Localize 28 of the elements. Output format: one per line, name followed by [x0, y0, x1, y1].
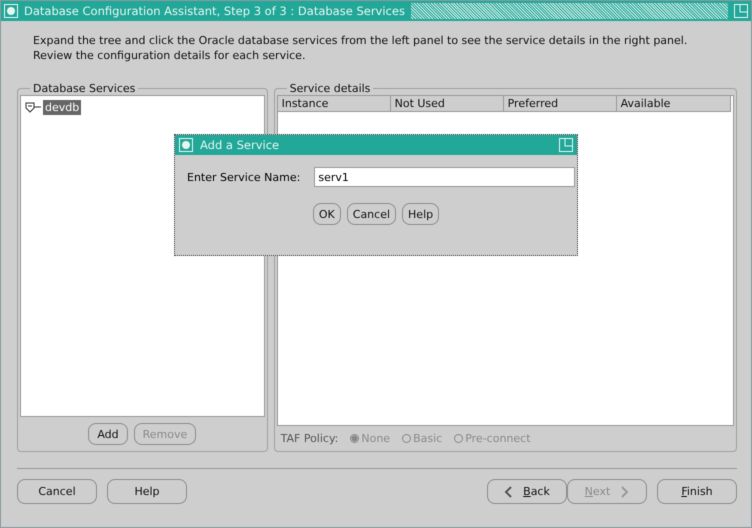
- left-chevron-icon: [504, 486, 514, 498]
- window-menu-icon[interactable]: [179, 138, 193, 152]
- dialog-button[interactable]: OK: [312, 203, 341, 225]
- group-title: Service details: [288, 82, 372, 95]
- instructions-text: Expand the tree and click the Oracle database services from the left panel to see the service details in the right panel. Review the configuration details for each service.: [32, 33, 688, 64]
- maximize-icon[interactable]: [734, 4, 748, 18]
- footer-button[interactable]: Help: [107, 479, 187, 504]
- maximize-icon[interactable]: [559, 138, 573, 152]
- service-name-field[interactable]: serv1: [314, 167, 575, 187]
- dialog-title: Add a Service: [200, 138, 280, 152]
- column-header[interactable]: Preferred: [504, 96, 617, 111]
- footer-button[interactable]: Cancel: [17, 479, 97, 504]
- group-title: Database Services: [32, 82, 136, 95]
- taf-policy-label: TAF Policy:: [280, 432, 338, 445]
- window-title: Database Configuration Assistant, Step 3 of 3 : Database Services: [24, 4, 405, 18]
- panel-button[interactable]: Add: [88, 423, 128, 445]
- window-menu-icon[interactable]: [4, 4, 18, 18]
- column-header[interactable]: Instance: [278, 96, 391, 111]
- right-chevron-icon: [620, 486, 630, 498]
- dialog-button[interactable]: Help: [402, 203, 440, 225]
- back-button[interactable]: Back: [487, 479, 567, 504]
- tree-item[interactable]: devdb: [43, 100, 82, 115]
- field-label: Enter Service Name:: [187, 170, 300, 184]
- column-header[interactable]: Available: [616, 96, 731, 111]
- dialog-button[interactable]: Cancel: [346, 203, 396, 225]
- collapse-icon[interactable]: [25, 102, 42, 113]
- column-header[interactable]: Not Used: [390, 96, 504, 111]
- finish-button[interactable]: Finish: [657, 479, 737, 504]
